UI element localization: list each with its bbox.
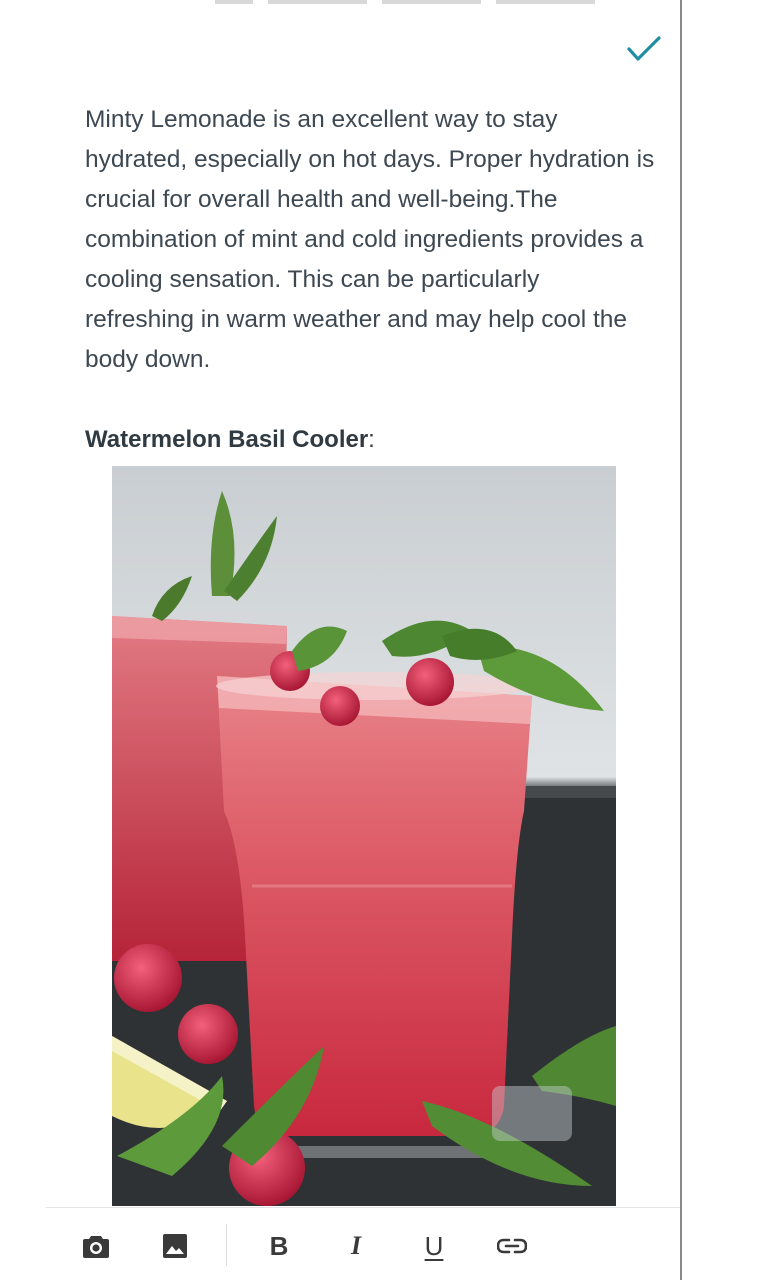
watermelon-drink-photo[interactable] [112,466,616,1206]
bold-label: B [269,1231,289,1261]
section-subheading[interactable]: Watermelon Basil Cooler: [85,420,375,460]
note-paragraph[interactable]: Minty Lemonade is an excellent way to st… [85,100,655,380]
link-button[interactable] [494,1228,530,1264]
top-edge-fragment [215,0,595,4]
subheading-bold-text: Watermelon Basil Cooler [85,426,369,453]
underline-label: U [424,1231,444,1261]
gallery-button[interactable] [157,1228,193,1264]
image-icon [163,1234,187,1258]
bold-button[interactable]: B [261,1228,297,1264]
panel-edge-divider [680,0,682,1280]
check-icon [627,36,661,61]
note-editor-screen: Minty Lemonade is an excellent way to st… [0,0,768,1280]
underline-button[interactable]: U [416,1228,452,1264]
italic-label: I [350,1231,362,1260]
italic-button[interactable]: I [338,1228,374,1264]
camera-button[interactable] [78,1228,114,1264]
toolbar-divider [226,1224,227,1266]
formatting-toolbar: B I U [46,1207,680,1280]
camera-icon [83,1236,109,1258]
save-check-button[interactable] [624,32,664,66]
link-icon [497,1238,527,1254]
subheading-colon: : [368,426,375,453]
